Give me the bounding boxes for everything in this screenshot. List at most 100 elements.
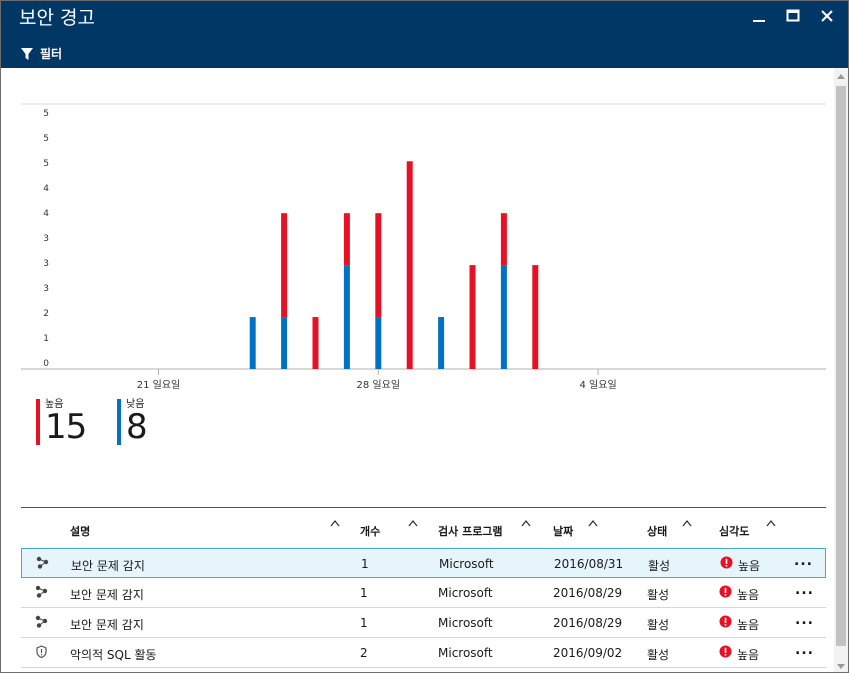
minimize-button[interactable] [742,5,776,27]
y-tick-label: 4 [43,184,49,194]
row-description: 보안 문제 감지 [70,618,144,632]
y-tick-label: 0 [43,359,49,369]
legend-low-swatch [117,399,121,445]
x-tick-label: 21 일요일 [137,379,181,391]
scroll-up-icon[interactable] [837,73,845,79]
y-tick-label: 4 [43,209,49,219]
filter-button[interactable]: 필터 [20,45,62,62]
bar-segment [312,317,319,369]
bar-segment [281,213,288,318]
minimize-icon [753,20,765,22]
y-tick-label: 5 [43,159,49,169]
table-row[interactable]: 악의적 SQL 활동 2 Microsoft 2016/09/02 활성 높음 … [21,638,826,668]
row-detector: Microsoft [438,586,493,600]
bar-segment [532,265,539,369]
alerts-table: 설명 개수 검사 프로그램 날짜 상태 심각도 보안 문제 감지 1 Micro… [21,507,826,668]
y-tick-label: 3 [43,234,49,244]
title-bar: 보안 경고 필터 [1,1,848,68]
row-description: 보안 문제 감지 [71,559,145,573]
x-tick-label: 4 일요일 [580,379,617,391]
row-count: 1 [360,586,368,600]
row-description: 악의적 SQL 활동 [70,648,157,662]
row-more-button[interactable]: ... [794,553,813,569]
row-date: 2016/08/31 [554,557,624,571]
bar-segment [343,213,350,266]
row-severity-icon [719,585,732,601]
bar-segment [249,317,256,369]
header-description: 설명 [70,525,91,538]
sort-count-icon[interactable] [408,519,418,527]
legend-low-value: 8 [126,407,148,447]
network-icon [35,615,48,631]
bar-segment [469,265,476,369]
table-header: 설명 개수 검사 프로그램 날짜 상태 심각도 [21,508,826,548]
x-tick-label: 28 일요일 [357,379,401,391]
bar-segment [375,213,382,318]
row-severity-icon [719,645,732,661]
filter-label: 필터 [40,47,63,61]
scrollbar-thumb[interactable] [836,86,846,646]
sort-severity-icon[interactable] [766,519,776,527]
shield-icon [35,645,48,661]
sort-description-icon[interactable] [330,519,340,527]
header-severity: 심각도 [719,525,750,538]
legend-low: 낮음 8 [117,399,148,447]
maximize-button[interactable] [776,5,810,27]
vertical-scrollbar[interactable] [834,68,848,672]
table-row[interactable]: 보안 문제 감지 1 Microsoft 2016/08/31 활성 높음 ..… [21,548,826,578]
network-icon [36,556,49,572]
row-detector: Microsoft [438,616,493,630]
bar-segment [438,317,445,369]
legend-high: 높음 15 [36,399,87,447]
y-tick-label: 5 [43,109,49,119]
row-severity: 높음 [737,588,760,602]
table-row[interactable]: 보안 문제 감지 1 Microsoft 2016/08/29 활성 높음 ..… [21,608,826,638]
maximize-icon [786,9,800,22]
bar-segment [343,265,350,369]
bar-segment [281,317,288,369]
header-date: 날짜 [553,525,574,538]
window-title: 보안 경고 [19,7,95,29]
sort-detector-icon[interactable] [521,519,531,527]
bar-segment [375,317,382,369]
row-detector: Microsoft [439,557,494,571]
row-detector: Microsoft [438,646,493,660]
row-severity-icon [720,556,733,572]
row-state: 활성 [647,618,670,632]
close-button[interactable] [810,5,844,27]
y-tick-label: 3 [43,284,49,294]
bar-segment [406,161,413,369]
bar-segment [500,265,507,369]
row-state: 활성 [648,559,671,573]
table-row[interactable]: 보안 문제 감지 1 Microsoft 2016/08/29 활성 높음 ..… [21,578,826,608]
sort-state-icon[interactable] [682,519,692,527]
row-date: 2016/08/29 [553,616,623,630]
row-more-button[interactable]: ... [795,582,814,598]
y-tick-label: 5 [43,134,49,144]
header-state: 상태 [647,525,668,538]
header-detector: 검사 프로그램 [438,525,503,538]
legend-high-value: 15 [45,407,87,447]
row-more-button[interactable]: ... [795,612,814,628]
scroll-down-icon[interactable] [837,664,845,670]
row-count: 1 [361,557,369,571]
table-body: 보안 문제 감지 1 Microsoft 2016/08/31 활성 높음 ..… [21,548,826,668]
row-more-button[interactable]: ... [795,642,814,658]
row-state: 활성 [647,588,670,602]
y-tick-label: 2 [43,309,49,319]
row-count: 2 [360,646,368,660]
header-count: 개수 [360,525,381,538]
legend-high-swatch [36,399,40,445]
sort-date-icon[interactable] [588,519,598,527]
row-description: 보안 문제 감지 [70,588,144,602]
y-tick-label: 1 [43,334,49,344]
row-date: 2016/09/02 [553,646,623,660]
security-alerts-window: 보안 경고 필터 0 1 2 3 3 3 4 4 5 5 5 21 일요일 28 일요일 4 일요일 높 [0,0,849,673]
filter-icon [21,47,33,60]
row-severity: 높음 [737,618,760,632]
row-count: 1 [360,616,368,630]
network-icon [35,585,48,601]
row-date: 2016/08/29 [553,586,623,600]
alerts-bar-chart: 0 1 2 3 3 3 4 4 5 5 5 21 일요일 28 일요일 4 일요일 [21,103,826,391]
row-severity: 높음 [737,648,760,662]
